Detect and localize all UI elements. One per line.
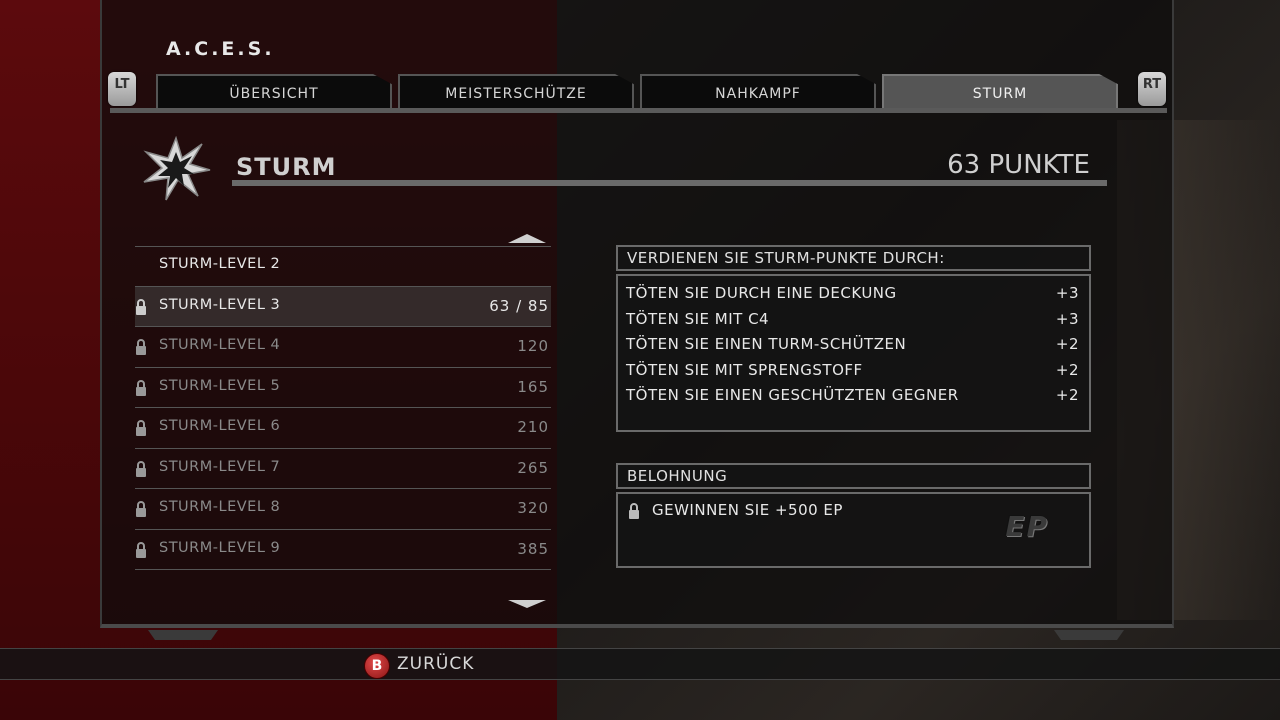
level-label: STURM-LEVEL 7	[159, 458, 281, 475]
starburst-icon	[140, 135, 212, 202]
earn-points-box: TÖTEN SIE DURCH EINE DECKUNG +3 TÖTEN SI…	[616, 274, 1091, 432]
lock-icon	[628, 502, 640, 524]
category-points: 63 PUNKTE	[947, 150, 1090, 180]
rt-bumper-button[interactable]: RT	[1138, 72, 1166, 106]
earn-points-header: VERDIENEN SIE STURM-PUNKTE DURCH:	[616, 245, 1091, 271]
reward-box: GEWINNEN SIE +500 EP EP	[616, 492, 1091, 568]
level-row[interactable]: STURM-LEVEL 6 210	[135, 408, 551, 449]
earn-label: TÖTEN SIE EINEN TURM-SCHÜTZEN	[626, 335, 907, 353]
earn-label: TÖTEN SIE MIT SPRENGSTOFF	[626, 360, 863, 379]
level-label: STURM-LEVEL 2	[159, 256, 281, 272]
scroll-up-arrow-icon[interactable]	[508, 234, 546, 243]
level-label: STURM-LEVEL 8	[159, 499, 281, 515]
category-title: STURM	[236, 153, 337, 181]
level-value: 265	[517, 458, 549, 477]
earn-row: TÖTEN SIE DURCH EINE DECKUNG +3	[618, 279, 1089, 305]
lock-icon	[135, 541, 147, 563]
level-list: STURM-LEVEL 2 STURM-LEVEL 3 63 / 85 STUR…	[135, 246, 551, 570]
tab-underline	[110, 108, 1167, 113]
panel-foot-right	[1054, 630, 1124, 640]
reward-text: GEWINNEN SIE +500 EP	[652, 501, 843, 519]
earn-points: +3	[1055, 309, 1079, 328]
earn-row: TÖTEN SIE EINEN TURM-SCHÜTZEN +2	[618, 330, 1089, 356]
level-label: STURM-LEVEL 5	[159, 377, 281, 394]
level-label: STURM-LEVEL 6	[159, 418, 281, 434]
back-label[interactable]: ZURÜCK	[397, 654, 474, 674]
lt-bumper-button[interactable]: LT	[108, 72, 136, 106]
earn-label: TÖTEN SIE DURCH EINE DECKUNG	[626, 284, 897, 302]
earn-points: +2	[1055, 386, 1079, 404]
earn-points: +2	[1055, 335, 1079, 353]
page-title: A.C.E.S.	[166, 38, 275, 60]
category-underline	[232, 180, 1107, 186]
b-button-icon[interactable]: B	[364, 653, 390, 679]
earn-row: TÖTEN SIE EINEN GESCHÜTZTEN GEGNER +2	[618, 381, 1089, 407]
level-row[interactable]: STURM-LEVEL 9 385	[135, 530, 551, 570]
earn-points: +3	[1055, 284, 1079, 302]
reward-header: BELOHNUNG	[616, 463, 1091, 489]
tab-nahkampf[interactable]: NAHKAMPF	[640, 74, 876, 108]
level-value: 63 / 85	[489, 296, 549, 315]
earn-points: +2	[1055, 360, 1079, 379]
level-label: STURM-LEVEL 4	[159, 337, 281, 353]
level-row[interactable]: STURM-LEVEL 8 320	[135, 489, 551, 530]
tab-uebersicht[interactable]: ÜBERSICHT	[156, 74, 392, 108]
level-row[interactable]: STURM-LEVEL 7 265	[135, 449, 551, 489]
lock-icon	[135, 460, 147, 482]
level-row[interactable]: STURM-LEVEL 5 165	[135, 368, 551, 408]
lock-icon	[135, 338, 147, 360]
level-value: 320	[517, 499, 549, 517]
earn-row: TÖTEN SIE MIT C4 +3	[618, 305, 1089, 331]
ep-badge-icon: EP	[1005, 510, 1049, 543]
earn-label: TÖTEN SIE EINEN GESCHÜTZTEN GEGNER	[626, 386, 959, 404]
lock-icon	[135, 500, 147, 522]
level-row[interactable]: STURM-LEVEL 4 120	[135, 327, 551, 368]
level-row[interactable]: STURM-LEVEL 2	[135, 246, 551, 287]
level-value: 165	[517, 377, 549, 396]
lock-icon	[135, 419, 147, 441]
level-label: STURM-LEVEL 3	[159, 296, 281, 313]
tab-sturm[interactable]: STURM	[882, 74, 1118, 108]
scroll-down-arrow-icon[interactable]	[508, 600, 546, 608]
lock-icon	[135, 298, 147, 320]
lock-icon	[135, 379, 147, 401]
level-value: 120	[517, 337, 549, 355]
panel-foot-left	[148, 630, 218, 640]
earn-row: TÖTEN SIE MIT SPRENGSTOFF +2	[618, 356, 1089, 382]
earn-label: TÖTEN SIE MIT C4	[626, 309, 770, 328]
level-value: 210	[517, 418, 549, 436]
level-row-selected[interactable]: STURM-LEVEL 3 63 / 85	[135, 286, 551, 327]
tab-meisterschuetze[interactable]: MEISTERSCHÜTZE	[398, 74, 634, 108]
footer-bar	[0, 648, 1280, 680]
level-value: 385	[517, 539, 549, 558]
level-label: STURM-LEVEL 9	[159, 539, 281, 556]
